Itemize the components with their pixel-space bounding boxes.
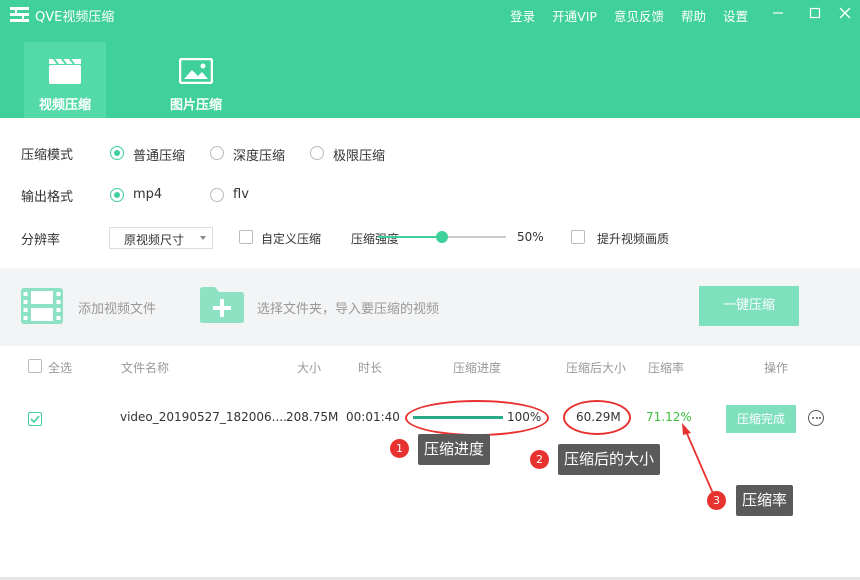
row-file-name: video_20190527_182006.... (120, 410, 287, 424)
menu-login[interactable]: 登录 (510, 6, 535, 25)
app-header: QVE视频压缩 登录 开通VIP 意见反馈 帮助 设置 视频压缩 图片压缩 (0, 0, 860, 118)
strength-slider-fill (378, 236, 442, 238)
header-progress: 压缩进度 (453, 361, 502, 375)
option-flv[interactable]: flv (233, 187, 249, 202)
option-extreme-compress[interactable]: 极限压缩 (333, 145, 385, 164)
maximize-icon[interactable] (807, 5, 823, 21)
row-duration: 00:01:40 (346, 410, 400, 424)
header-ratio: 压缩率 (648, 361, 685, 375)
header-duration: 时长 (358, 361, 383, 375)
radio-extreme-compress[interactable] (310, 146, 324, 160)
film-icon[interactable] (20, 287, 64, 325)
custom-compress-label[interactable]: 自定义压缩 (261, 230, 321, 247)
select-all-label[interactable]: 全选 (48, 359, 72, 376)
resolution-row: 分辨率 (21, 228, 60, 248)
header-compressed-size: 压缩后大小 (566, 361, 627, 375)
one-click-compress-button[interactable]: 一键压缩 (699, 286, 799, 326)
annotation-label-size: 压缩后的大小 (558, 444, 661, 475)
row-size: 208.75M (286, 410, 339, 424)
more-options-icon[interactable] (808, 410, 824, 426)
option-mp4[interactable]: mp4 (133, 187, 162, 202)
checkmark-icon (30, 415, 40, 424)
radio-deep-compress[interactable] (210, 146, 224, 160)
radio-flv[interactable] (210, 188, 224, 202)
clapperboard-icon (49, 58, 81, 84)
folder-add-icon[interactable] (199, 286, 245, 324)
radio-normal-compress[interactable] (110, 146, 124, 160)
menu-vip[interactable]: 开通VIP (552, 6, 597, 25)
chevron-down-icon (200, 236, 206, 240)
row-ratio: 71.12% (646, 410, 692, 424)
header-size: 大小 (297, 361, 322, 375)
tab-video-compress[interactable]: 视频压缩 (24, 42, 106, 118)
title-bar: QVE视频压缩 登录 开通VIP 意见反馈 帮助 设置 (0, 0, 860, 30)
resolution-select[interactable]: 原视频尺寸 (109, 227, 213, 249)
resolution-value: 原视频尺寸 (124, 233, 185, 247)
app-title: QVE视频压缩 (35, 10, 115, 25)
strength-label: 压缩强度 (351, 232, 400, 246)
menu-settings[interactable]: 设置 (723, 6, 748, 25)
annotation-badge-1: 1 (390, 439, 409, 458)
minimize-icon[interactable] (770, 5, 786, 21)
strength-slider[interactable] (378, 231, 506, 243)
annotation-badge-2: 2 (530, 450, 549, 469)
enhance-quality-checkbox[interactable] (571, 230, 585, 244)
picture-icon (179, 58, 213, 84)
enhance-quality-label[interactable]: 提升视频画质 (597, 230, 669, 247)
compress-mode-row: 压缩模式 (21, 143, 73, 163)
tab-image-compress[interactable]: 图片压缩 (155, 42, 237, 118)
menu-feedback[interactable]: 意见反馈 (614, 6, 664, 25)
app-logo-icon (10, 7, 29, 22)
resolution-label: 分辨率 (21, 232, 61, 248)
header-action: 操作 (764, 361, 789, 375)
top-menu: 登录 开通VIP 意见反馈 帮助 设置 (493, 6, 748, 25)
menu-help[interactable]: 帮助 (681, 6, 706, 25)
header-file-name: 文件名称 (121, 361, 170, 375)
output-format-label: 输出格式 (21, 189, 74, 205)
row-compress-done-button[interactable]: 压缩完成 (726, 405, 796, 433)
output-format-row: 输出格式 (21, 185, 73, 205)
custom-compress-checkbox[interactable] (239, 230, 253, 244)
close-icon[interactable] (837, 5, 853, 21)
tab-video-label: 视频压缩 (38, 98, 91, 113)
annotation-label-progress: 压缩进度 (418, 434, 491, 465)
strength-value: 50% (517, 230, 544, 244)
option-normal-compress[interactable]: 普通压缩 (133, 145, 185, 164)
row-checkbox[interactable] (28, 412, 42, 426)
radio-mp4[interactable] (110, 188, 124, 202)
add-video-file-link[interactable]: 添加视频文件 (78, 298, 156, 317)
annotation-badge-3: 3 (707, 491, 726, 510)
select-all-checkbox[interactable] (28, 359, 42, 373)
compress-mode-label: 压缩模式 (21, 147, 74, 163)
strength-slider-handle[interactable] (436, 231, 448, 243)
annotation-size-circle (563, 400, 631, 435)
annotation-progress-circle (405, 400, 549, 436)
option-deep-compress[interactable]: 深度压缩 (233, 145, 285, 164)
tab-image-label: 图片压缩 (169, 98, 222, 113)
select-folder-link[interactable]: 选择文件夹，导入要压缩的视频 (257, 298, 439, 317)
annotation-label-ratio: 压缩率 (736, 485, 794, 516)
